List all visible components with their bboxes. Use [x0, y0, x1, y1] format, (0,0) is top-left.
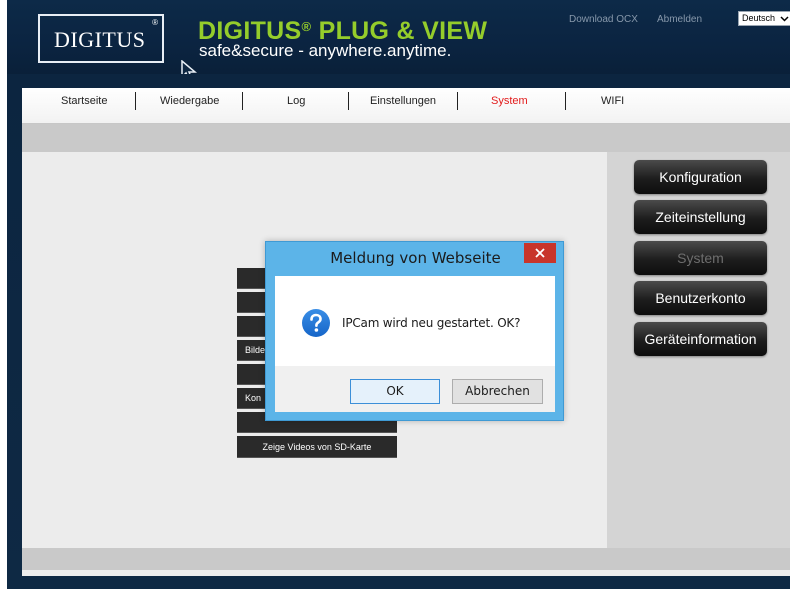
- nav-separator: [457, 92, 458, 110]
- confirm-dialog: Meldung von Webseite IPCam wird neu gest…: [265, 241, 564, 421]
- chevron-down-icon: [780, 16, 789, 22]
- sidebar-item-system[interactable]: System: [634, 241, 767, 275]
- dialog-title: Meldung von Webseite: [330, 249, 501, 267]
- nav-startseite[interactable]: Startseite: [61, 95, 107, 107]
- brand-title-registered: ®: [301, 19, 312, 34]
- sidebar-item-geraeteinformation[interactable]: Geräteinformation: [634, 322, 767, 356]
- sidebar-item-konfiguration[interactable]: Konfiguration: [634, 160, 767, 194]
- nav-separator: [348, 92, 349, 110]
- close-icon: [535, 248, 545, 258]
- language-value: Deutsch: [742, 13, 776, 23]
- nav-wiedergabe[interactable]: Wiedergabe: [160, 95, 219, 107]
- sidebar-item-benutzerkonto[interactable]: Benutzerkonto: [634, 281, 767, 315]
- digitus-logo[interactable]: DIGITUS ®: [38, 14, 198, 81]
- logo-registered-mark: ®: [152, 18, 158, 27]
- ok-button[interactable]: OK: [350, 379, 440, 404]
- dialog-close-button[interactable]: [524, 243, 556, 263]
- dialog-body: IPCam wird neu gestartet. OK? OK Abbrech…: [275, 276, 555, 412]
- nav-separator: [242, 92, 243, 110]
- sidebar-item-zeiteinstellung[interactable]: Zeiteinstellung: [634, 200, 767, 234]
- language-select[interactable]: Deutsch: [738, 11, 790, 26]
- nav-wifi[interactable]: WIFI: [601, 95, 624, 107]
- cancel-button[interactable]: Abbrechen: [452, 379, 543, 404]
- dialog-message: IPCam wird neu gestartet. OK?: [342, 316, 521, 330]
- sub-bar: [22, 124, 790, 152]
- app-header: DIGITUS ® DIGITUS® PLUG & VIEW safe&secu…: [7, 0, 790, 81]
- logout-link[interactable]: Abmelden: [657, 14, 702, 25]
- nav-einstellungen[interactable]: Einstellungen: [370, 95, 436, 107]
- nav-separator: [565, 92, 566, 110]
- nav-separator: [135, 92, 136, 110]
- download-ocx-link[interactable]: Download OCX: [569, 14, 638, 25]
- brand-subtitle: safe&secure - anywhere.anytime.: [199, 41, 452, 60]
- show-sd-videos-button[interactable]: Zeige Videos von SD-Karte: [237, 436, 397, 458]
- bottom-bar: [22, 548, 790, 570]
- nav-log[interactable]: Log: [287, 95, 305, 107]
- logo-text: DIGITUS: [54, 27, 146, 52]
- nav-system[interactable]: System: [491, 95, 528, 107]
- question-icon: [302, 309, 330, 337]
